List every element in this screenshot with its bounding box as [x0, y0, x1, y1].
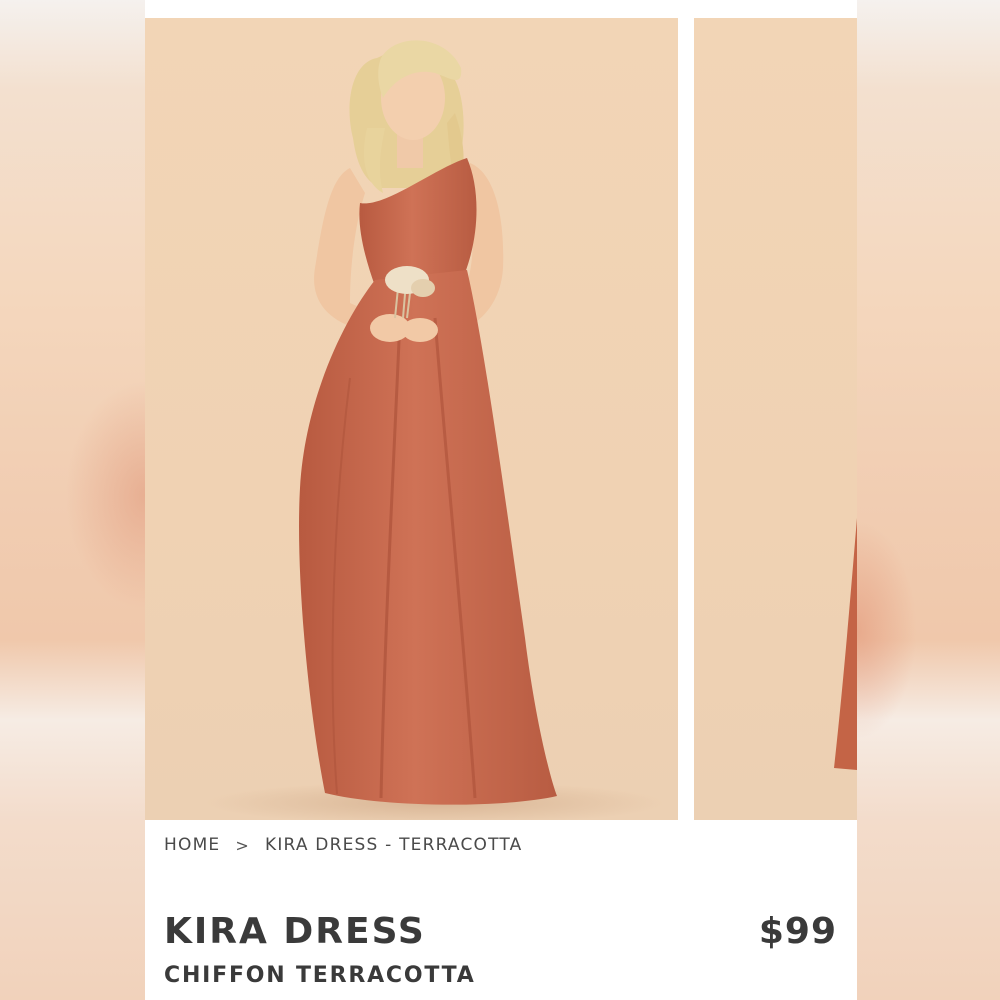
product-page: HOME > KIRA DRESS - TERRACOTTA KIRA DRES… [145, 0, 857, 1000]
dress-hem-preview [834, 518, 857, 770]
blurred-backdrop-right [857, 0, 1000, 1000]
image-gallery[interactable] [145, 18, 857, 820]
product-image-main[interactable] [145, 18, 678, 820]
blurred-backdrop-left [0, 0, 145, 1000]
breadcrumb-separator: > [235, 835, 250, 855]
breadcrumb: HOME > KIRA DRESS - TERRACOTTA [164, 833, 523, 857]
breadcrumb-home-link[interactable]: HOME [164, 835, 220, 855]
product-subtitle: CHIFFON TERRACOTTA [164, 963, 476, 988]
product-image-next[interactable] [694, 18, 857, 820]
breadcrumb-current-link[interactable]: KIRA DRESS - TERRACOTTA [265, 835, 523, 855]
product-price: $99 [758, 911, 837, 952]
model-figure [205, 40, 665, 820]
product-title: KIRA DRESS [164, 911, 426, 952]
